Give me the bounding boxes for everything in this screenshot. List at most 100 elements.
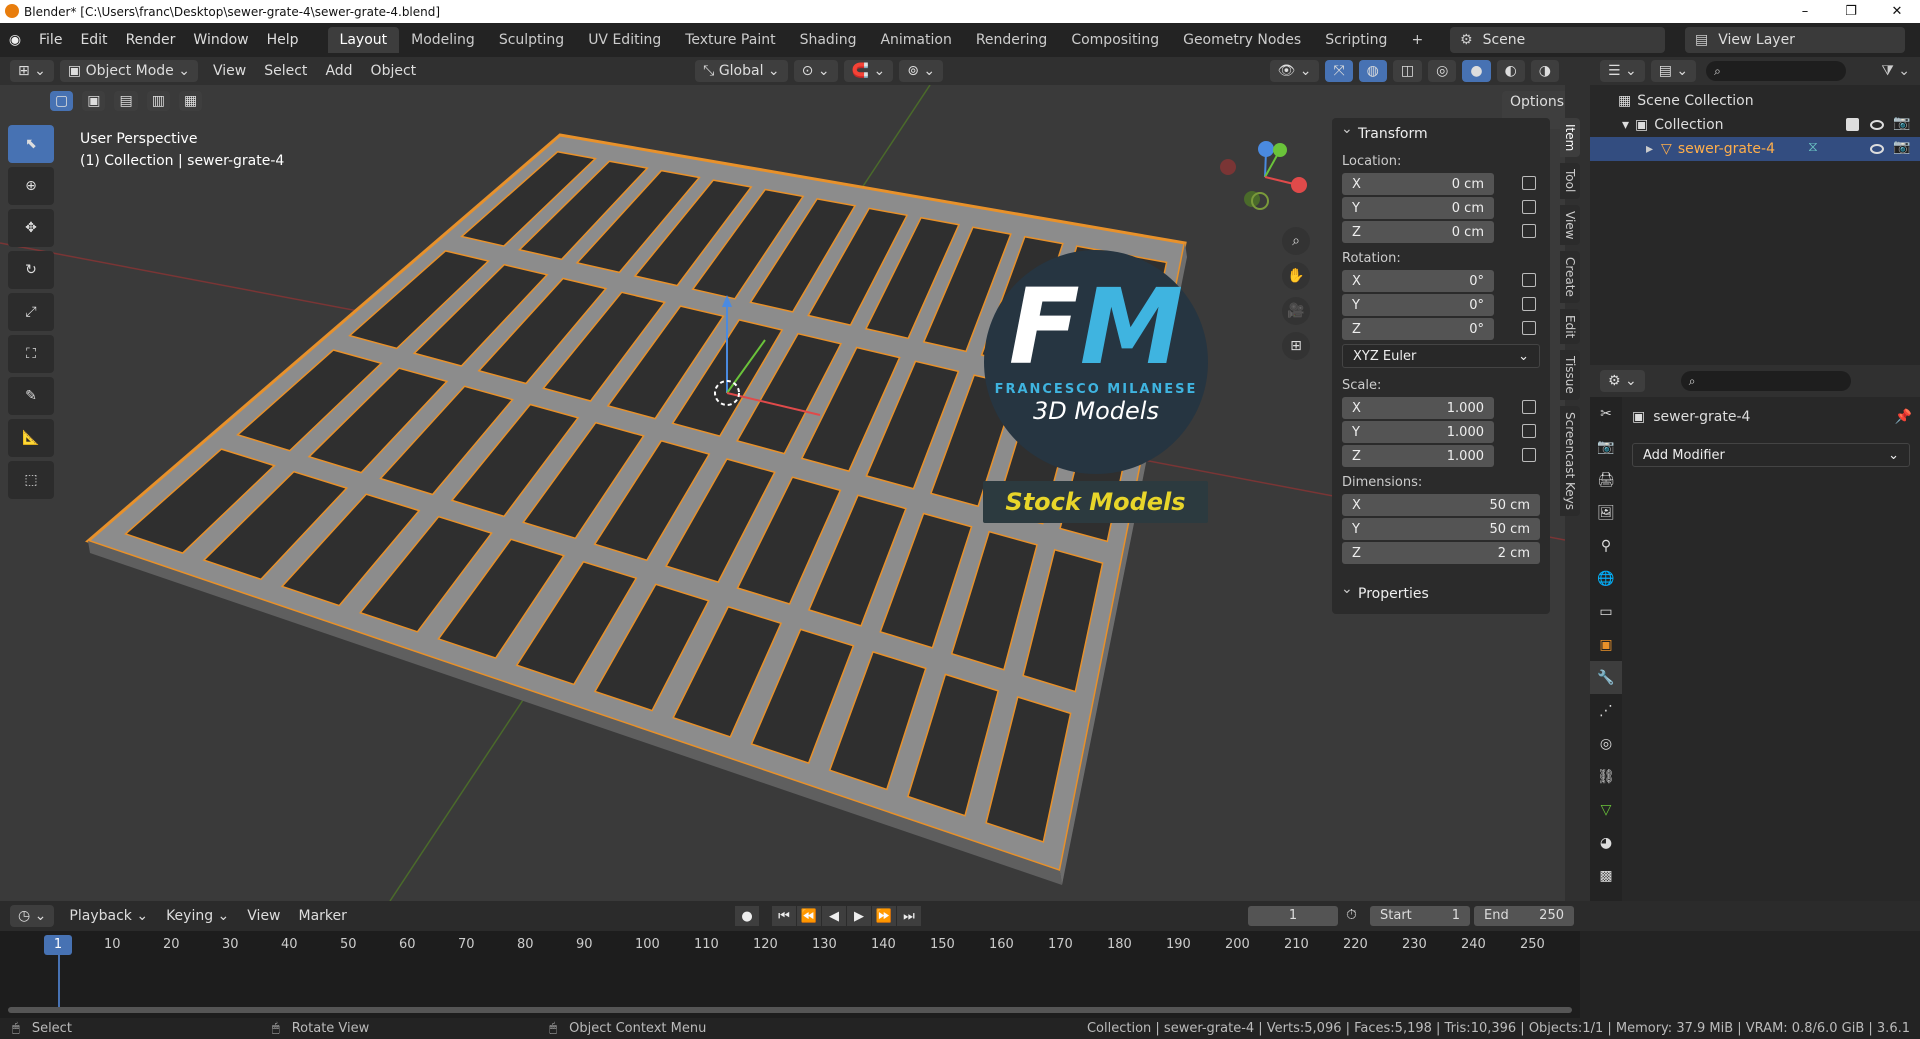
- menu-add[interactable]: Add: [316, 60, 361, 82]
- cursor-tool-icon[interactable]: ⊕: [8, 167, 54, 205]
- record-icon[interactable]: ●: [735, 906, 759, 926]
- render-camera-icon[interactable]: 📷: [1893, 115, 1910, 131]
- select-subtract-icon[interactable]: ▤: [114, 91, 138, 111]
- move-tool-icon[interactable]: ✥: [8, 209, 54, 247]
- timeline-editor-icon[interactable]: ◷ ⌄: [10, 905, 55, 927]
- rotate-tool-icon[interactable]: ↻: [8, 251, 54, 289]
- stopwatch-icon[interactable]: ⏱: [1346, 907, 1357, 923]
- view-layer-tab-icon[interactable]: 🖼: [1590, 496, 1622, 529]
- 3d-viewport[interactable]: User Perspective (1) Collection | sewer-…: [0, 85, 1565, 901]
- navigation-gizmo[interactable]: [1210, 137, 1320, 217]
- play-icon[interactable]: ▶: [847, 906, 871, 926]
- transform-panel-title[interactable]: Transform: [1332, 118, 1550, 148]
- tool-tab-icon[interactable]: ✂: [1590, 397, 1622, 430]
- add-cube-tool-icon[interactable]: ⬚: [8, 461, 54, 499]
- timeline-frames[interactable]: 1 10 20 30 40 50 60 70 80 90 100 110 120 130 140 150 16…: [0, 931, 1580, 1018]
- overlay-icon[interactable]: ◍: [1358, 60, 1387, 82]
- scale-z-field[interactable]: Z 1.000: [1342, 445, 1536, 467]
- menu-window[interactable]: Window: [184, 32, 257, 48]
- tab-compositing[interactable]: Compositing: [1059, 27, 1171, 53]
- collection-tab-icon[interactable]: ▭: [1590, 595, 1622, 628]
- tab-scripting[interactable]: Scripting: [1313, 27, 1399, 53]
- maximize-button[interactable]: ❐: [1828, 0, 1874, 23]
- outliner-editor-icon[interactable]: ☰ ⌄: [1600, 60, 1645, 82]
- outliner-search-input[interactable]: ⌕: [1706, 61, 1847, 81]
- dimensions-y-field[interactable]: Y 50 cm: [1342, 518, 1540, 540]
- material-tab-icon[interactable]: ◕: [1590, 826, 1622, 859]
- location-x-field[interactable]: X 0 cm: [1342, 173, 1536, 195]
- lock-icon[interactable]: [1522, 448, 1536, 462]
- xray-icon[interactable]: ◫: [1392, 60, 1423, 82]
- lock-icon[interactable]: [1522, 321, 1536, 335]
- display-mode-icon[interactable]: ▤ ⌄: [1650, 60, 1697, 82]
- lock-icon[interactable]: [1522, 176, 1536, 190]
- tab-item[interactable]: Item: [1560, 118, 1580, 158]
- minimize-button[interactable]: –: [1782, 0, 1828, 23]
- tab-tissue[interactable]: Tissue: [1560, 350, 1580, 401]
- tab-create[interactable]: Create: [1560, 251, 1580, 303]
- location-y-field[interactable]: Y 0 cm: [1342, 197, 1536, 219]
- menu-render[interactable]: Render: [117, 32, 185, 48]
- particles-tab-icon[interactable]: ⋰: [1590, 694, 1622, 727]
- lock-icon[interactable]: [1522, 273, 1536, 287]
- tab-screencast-keys[interactable]: Screencast Keys: [1560, 406, 1580, 517]
- mode-dropdown[interactable]: ▣ Object Mode ⌄: [59, 60, 198, 82]
- pan-hand-icon[interactable]: ✋: [1282, 262, 1310, 290]
- dimensions-z-field[interactable]: Z 2 cm: [1342, 542, 1540, 564]
- editor-type-button[interactable]: ⊞ ⌄: [10, 60, 54, 82]
- lock-icon[interactable]: [1522, 224, 1536, 238]
- orientation-dropdown[interactable]: ⤡ Global ⌄: [695, 60, 788, 82]
- shading-wireframe-icon[interactable]: ◎: [1428, 60, 1457, 82]
- rotation-x-field[interactable]: X 0°: [1342, 270, 1536, 292]
- end-frame-field[interactable]: End 250: [1474, 906, 1574, 926]
- ortho-grid-icon[interactable]: ⊞: [1282, 332, 1310, 360]
- menu-marker[interactable]: Marker: [290, 905, 356, 927]
- pivot-icon[interactable]: ⊙ ⌄: [793, 60, 838, 82]
- properties-panel-title[interactable]: Properties: [1332, 578, 1550, 608]
- expand-icon[interactable]: ▸: [1646, 141, 1653, 157]
- play-reverse-icon[interactable]: ◀: [822, 906, 846, 926]
- camera-icon[interactable]: 🎥: [1282, 297, 1310, 325]
- view-layer-selector[interactable]: ▤ View Layer: [1685, 27, 1905, 53]
- tab-edit[interactable]: Edit: [1560, 309, 1580, 345]
- current-frame-field[interactable]: 1: [1248, 906, 1338, 926]
- add-modifier-dropdown[interactable]: Add Modifier ⌄: [1632, 443, 1910, 467]
- scene-tab-icon[interactable]: ⚲: [1590, 529, 1622, 562]
- menu-playback[interactable]: Playback ⌄: [60, 905, 157, 927]
- select-invert-icon[interactable]: ▥: [146, 91, 170, 111]
- rotation-z-field[interactable]: Z 0°: [1342, 318, 1536, 340]
- tab-layout[interactable]: Layout: [327, 27, 400, 53]
- scale-x-field[interactable]: X 1.000: [1342, 397, 1536, 419]
- select-box-tool-icon[interactable]: ⬉: [8, 125, 54, 163]
- close-button[interactable]: ✕: [1874, 0, 1920, 23]
- render-camera-icon[interactable]: 📷: [1893, 139, 1910, 155]
- menu-timeline-view[interactable]: View: [238, 905, 289, 927]
- tab-animation[interactable]: Animation: [868, 27, 963, 53]
- timeline-scrollbar[interactable]: [8, 1007, 1572, 1013]
- rotation-mode-dropdown[interactable]: XYZ Euler ⌄: [1342, 344, 1540, 368]
- menu-keying[interactable]: Keying ⌄: [157, 905, 238, 927]
- eye-icon[interactable]: [1870, 120, 1884, 130]
- lock-icon[interactable]: [1522, 297, 1536, 311]
- physics-tab-icon[interactable]: ◎: [1590, 727, 1622, 760]
- pin-icon[interactable]: 📌: [1895, 409, 1912, 425]
- object-row-sewer-grate[interactable]: ▸ ▽ sewer-grate-4 ⧖ 📷: [1590, 137, 1920, 161]
- annotate-tool-icon[interactable]: ✎: [8, 377, 54, 415]
- tab-sculpting[interactable]: Sculpting: [487, 27, 576, 53]
- menu-file[interactable]: File: [30, 32, 71, 48]
- menu-help[interactable]: Help: [258, 32, 308, 48]
- texture-tab-icon[interactable]: ▩: [1590, 859, 1622, 892]
- data-tab-icon[interactable]: ▽: [1590, 793, 1622, 826]
- gizmo-icon[interactable]: ⤧: [1325, 60, 1353, 82]
- tab-view[interactable]: View: [1560, 204, 1580, 246]
- shading-solid-icon[interactable]: ●: [1462, 60, 1491, 82]
- tab-texture-paint[interactable]: Texture Paint: [673, 27, 787, 53]
- eye-icon[interactable]: [1870, 144, 1884, 154]
- properties-search-input[interactable]: ⌕: [1680, 371, 1851, 391]
- filter-icon[interactable]: ⧩ ⌄: [1881, 63, 1920, 79]
- scale-y-field[interactable]: Y 1.000: [1342, 421, 1536, 443]
- scene-selector[interactable]: ⚙ Scene: [1450, 27, 1665, 53]
- start-frame-field[interactable]: Start 1: [1370, 906, 1470, 926]
- prev-keyframe-icon[interactable]: ⏪: [797, 906, 821, 926]
- checkbox-icon[interactable]: [1846, 118, 1859, 131]
